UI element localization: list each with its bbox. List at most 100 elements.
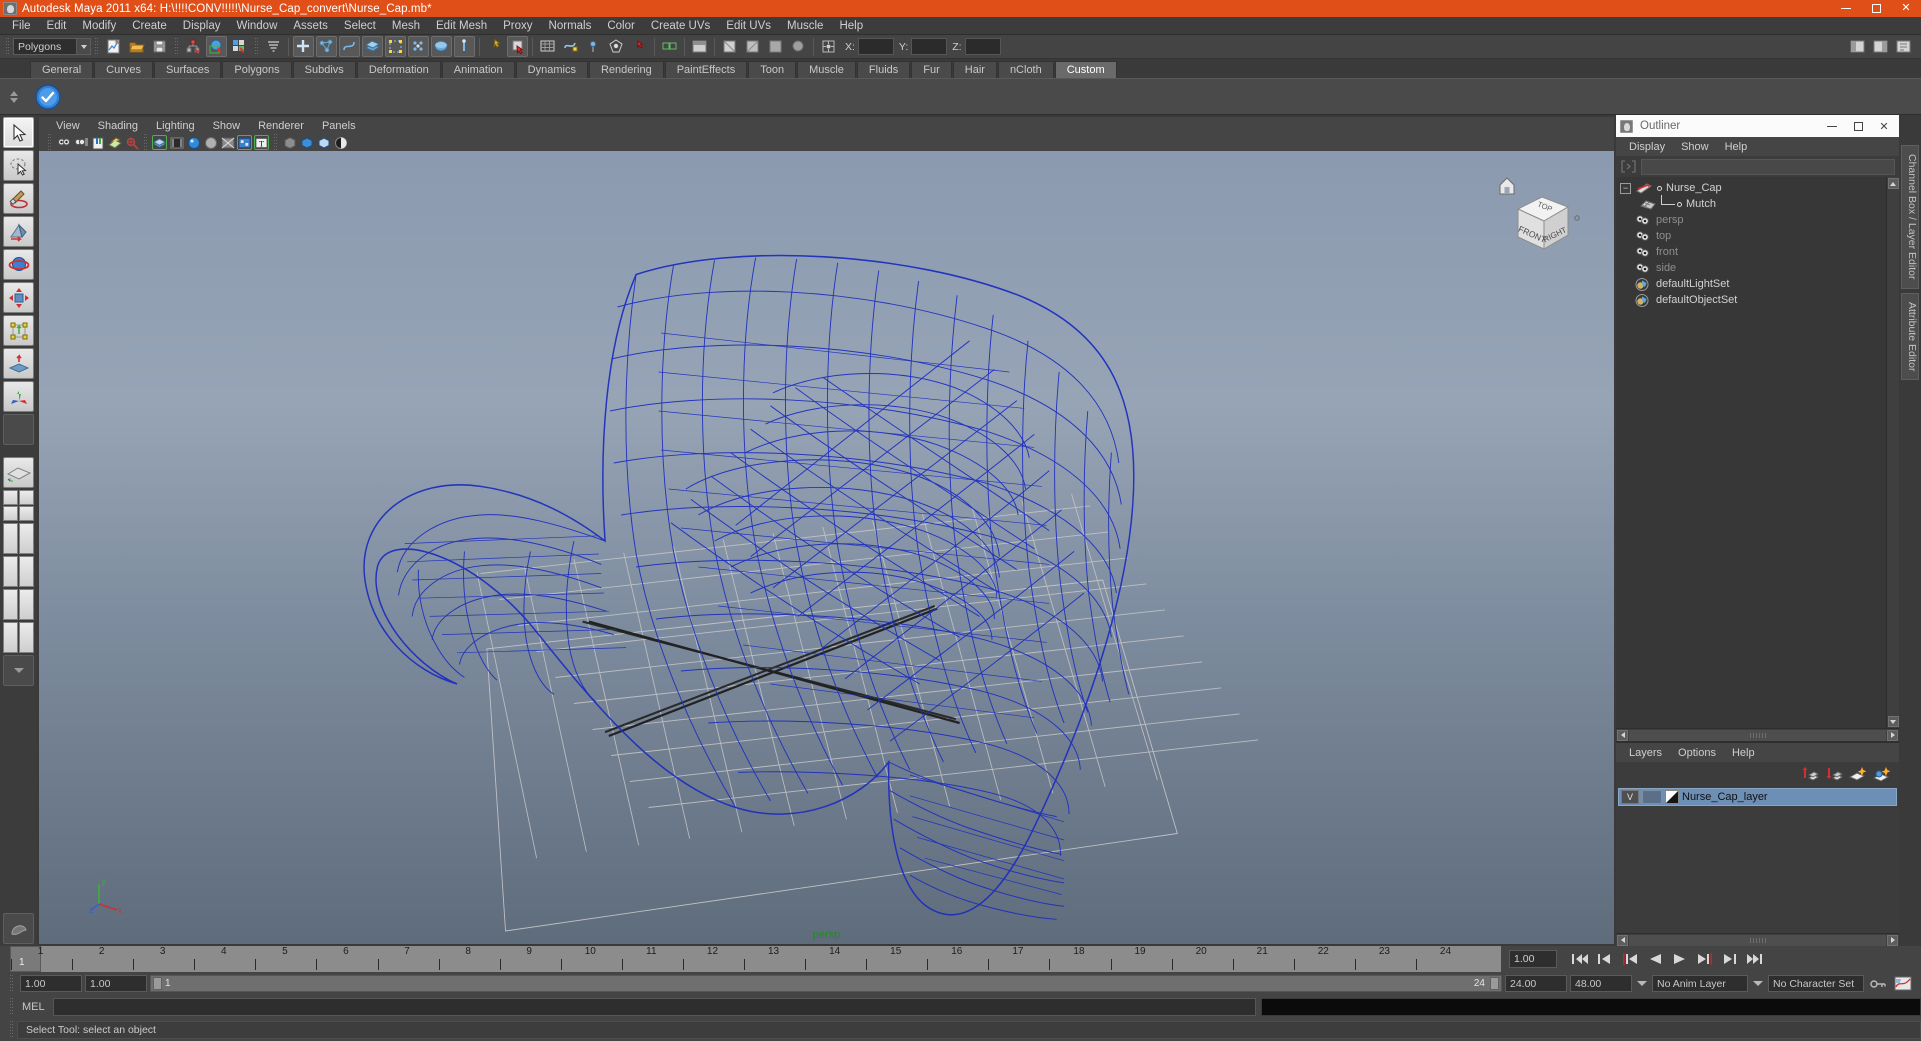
render-sequence-icon[interactable] [560, 36, 581, 57]
close-icon[interactable]: ✕ [1891, 0, 1921, 17]
viewport-toolbar-grip[interactable] [46, 133, 53, 153]
outliner-item-mutch[interactable]: Mutch [1616, 195, 1886, 212]
smooth-shade-all-icon[interactable] [169, 135, 184, 150]
layer-menu-help[interactable]: Help [1724, 747, 1763, 759]
layout-persp-pane-2[interactable] [19, 589, 34, 620]
history-toggle-icon[interactable] [484, 36, 505, 57]
layer-row-nurse-cap-layer[interactable]: V Nurse_Cap_layer [1618, 788, 1897, 806]
sidebar-toggle-b-icon[interactable] [742, 36, 763, 57]
layout-more-button[interactable] [3, 655, 34, 686]
animation-preferences-icon[interactable] [1892, 974, 1914, 994]
menu-edit[interactable]: Edit [39, 17, 75, 35]
menu-proxy[interactable]: Proxy [495, 17, 540, 35]
shelf-scroll-down-icon[interactable] [10, 97, 18, 103]
outliner-item-side[interactable]: side [1616, 260, 1886, 276]
range-start-time-field[interactable]: 1.00 [85, 975, 147, 992]
menu-display[interactable]: Display [175, 17, 229, 35]
layer-editor-horizontal-scrollbar[interactable] [1616, 933, 1899, 946]
menu-assets[interactable]: Assets [285, 17, 336, 35]
toolbar-grip-4[interactable] [253, 37, 260, 57]
layout-hypershade-pane[interactable] [3, 589, 18, 620]
toggle-panel-icon[interactable] [689, 36, 710, 57]
viewport-menu-shading[interactable]: Shading [89, 120, 147, 132]
outliner-horizontal-scrollbar[interactable] [1616, 728, 1899, 741]
outliner-close-icon[interactable]: ✕ [1871, 115, 1897, 137]
menu-help[interactable]: Help [831, 17, 871, 35]
snap-grid-icon[interactable] [385, 36, 406, 57]
outliner-item-persp[interactable]: persp [1616, 212, 1886, 228]
surface-tool-icon[interactable] [362, 36, 383, 57]
tab-attribute-editor[interactable]: Attribute Editor [1901, 292, 1919, 380]
shelf-tab-dynamics[interactable]: Dynamics [515, 61, 588, 78]
shelf-tab-custom[interactable]: Custom [1054, 61, 1117, 78]
layout-single-perspective-button[interactable] [3, 457, 34, 488]
outliner-filter-input[interactable] [1641, 158, 1895, 175]
range-end-handle[interactable] [1490, 977, 1499, 990]
shelf-tab-general[interactable]: General [30, 61, 94, 78]
shelf-tab-fur[interactable]: Fur [911, 61, 952, 78]
shelf-tab-hair[interactable]: Hair [952, 61, 997, 78]
menu-edit-mesh[interactable]: Edit Mesh [428, 17, 495, 35]
viewport-toolbar-grip-2[interactable] [142, 133, 149, 153]
go-to-end-icon[interactable] [1744, 949, 1766, 969]
open-editor-left-icon[interactable] [659, 36, 680, 57]
viewport-menu-lighting[interactable]: Lighting [147, 120, 204, 132]
viewport-toolbar-grip-3[interactable] [272, 133, 279, 153]
show-channel-box-icon[interactable] [1847, 36, 1868, 57]
scroll-down-icon[interactable] [1887, 716, 1899, 727]
scroll-up-icon[interactable] [1887, 178, 1899, 189]
high-quality-render-icon[interactable] [333, 135, 348, 150]
layout-persp-pane[interactable] [19, 523, 34, 554]
range-start-handle[interactable] [153, 977, 162, 990]
universal-manipulator-button[interactable] [3, 315, 34, 346]
menu-file[interactable]: File [4, 17, 39, 35]
layout-persp-graph-outliner-button[interactable] [3, 622, 34, 653]
outliner-expander-icon[interactable]: − [1620, 182, 1631, 194]
layer-menu-layers[interactable]: Layers [1621, 747, 1670, 759]
shelf-tab-painteffects[interactable]: PaintEffects [664, 61, 748, 78]
smooth-shade-icon[interactable] [186, 135, 201, 150]
outliner-vertical-scrollbar[interactable] [1886, 177, 1899, 728]
menu-create-uvs[interactable]: Create UVs [643, 17, 718, 35]
shelf-scroll-arrows[interactable] [0, 79, 28, 115]
curve-tool-icon[interactable] [339, 36, 360, 57]
toolbar-grip-3[interactable] [173, 37, 180, 57]
hypershade-icon[interactable] [606, 36, 627, 57]
outliner-item-front[interactable]: front [1616, 244, 1886, 260]
toolbar-grip-2[interactable] [93, 37, 100, 57]
two-d-pan-zoom-icon[interactable] [124, 135, 139, 150]
xray-joints-icon[interactable] [316, 135, 331, 150]
viewport-menu-show[interactable]: Show [204, 120, 250, 132]
layout-outliner-persp-button[interactable] [3, 523, 34, 554]
scroll-left-icon[interactable] [1617, 729, 1628, 741]
layer-scroll-left-icon[interactable] [1617, 934, 1628, 946]
step-back-frame-icon[interactable] [1619, 949, 1641, 969]
outliner-tree[interactable]: − Nurse_Cap Mutch persp top front side d… [1616, 177, 1899, 728]
save-scene-icon[interactable] [149, 36, 170, 57]
help-line-grip[interactable] [8, 1020, 15, 1040]
menu-create[interactable]: Create [124, 17, 175, 35]
menu-normals[interactable]: Normals [541, 17, 600, 35]
lasso-tool-button[interactable] [3, 150, 34, 181]
go-to-start-icon[interactable] [1569, 949, 1591, 969]
scroll-right-icon[interactable] [1887, 729, 1898, 741]
bookmarks-icon[interactable] [90, 135, 105, 150]
sidebar-toggle-a-icon[interactable] [719, 36, 740, 57]
character-set-field[interactable]: No Character Set [1768, 975, 1864, 992]
outliner-minimize-button[interactable] [1819, 115, 1845, 137]
help-line-icon[interactable] [3, 913, 34, 944]
layout-quad-br[interactable] [19, 506, 34, 521]
layer-playback-toggle[interactable] [1642, 790, 1662, 804]
mel-command-input[interactable] [53, 998, 1256, 1016]
component-mask-icon[interactable] [263, 36, 284, 57]
step-forward-frame-icon[interactable] [1694, 949, 1716, 969]
tab-channel-box-layer-editor[interactable]: Channel Box / Layer Editor [1901, 145, 1919, 289]
time-slider-grip[interactable] [0, 946, 10, 972]
command-line-grip[interactable] [8, 997, 15, 1017]
sidebar-toggle-c-icon[interactable] [765, 36, 786, 57]
outliner-item-defaultobjectset[interactable]: defaultObjectSet [1616, 292, 1886, 308]
layer-color-swatch[interactable] [1665, 790, 1679, 804]
move-tool-button[interactable] [3, 216, 34, 247]
shelf-scroll-up-icon[interactable] [10, 90, 18, 96]
move-layer-up-icon[interactable] [1800, 765, 1819, 783]
